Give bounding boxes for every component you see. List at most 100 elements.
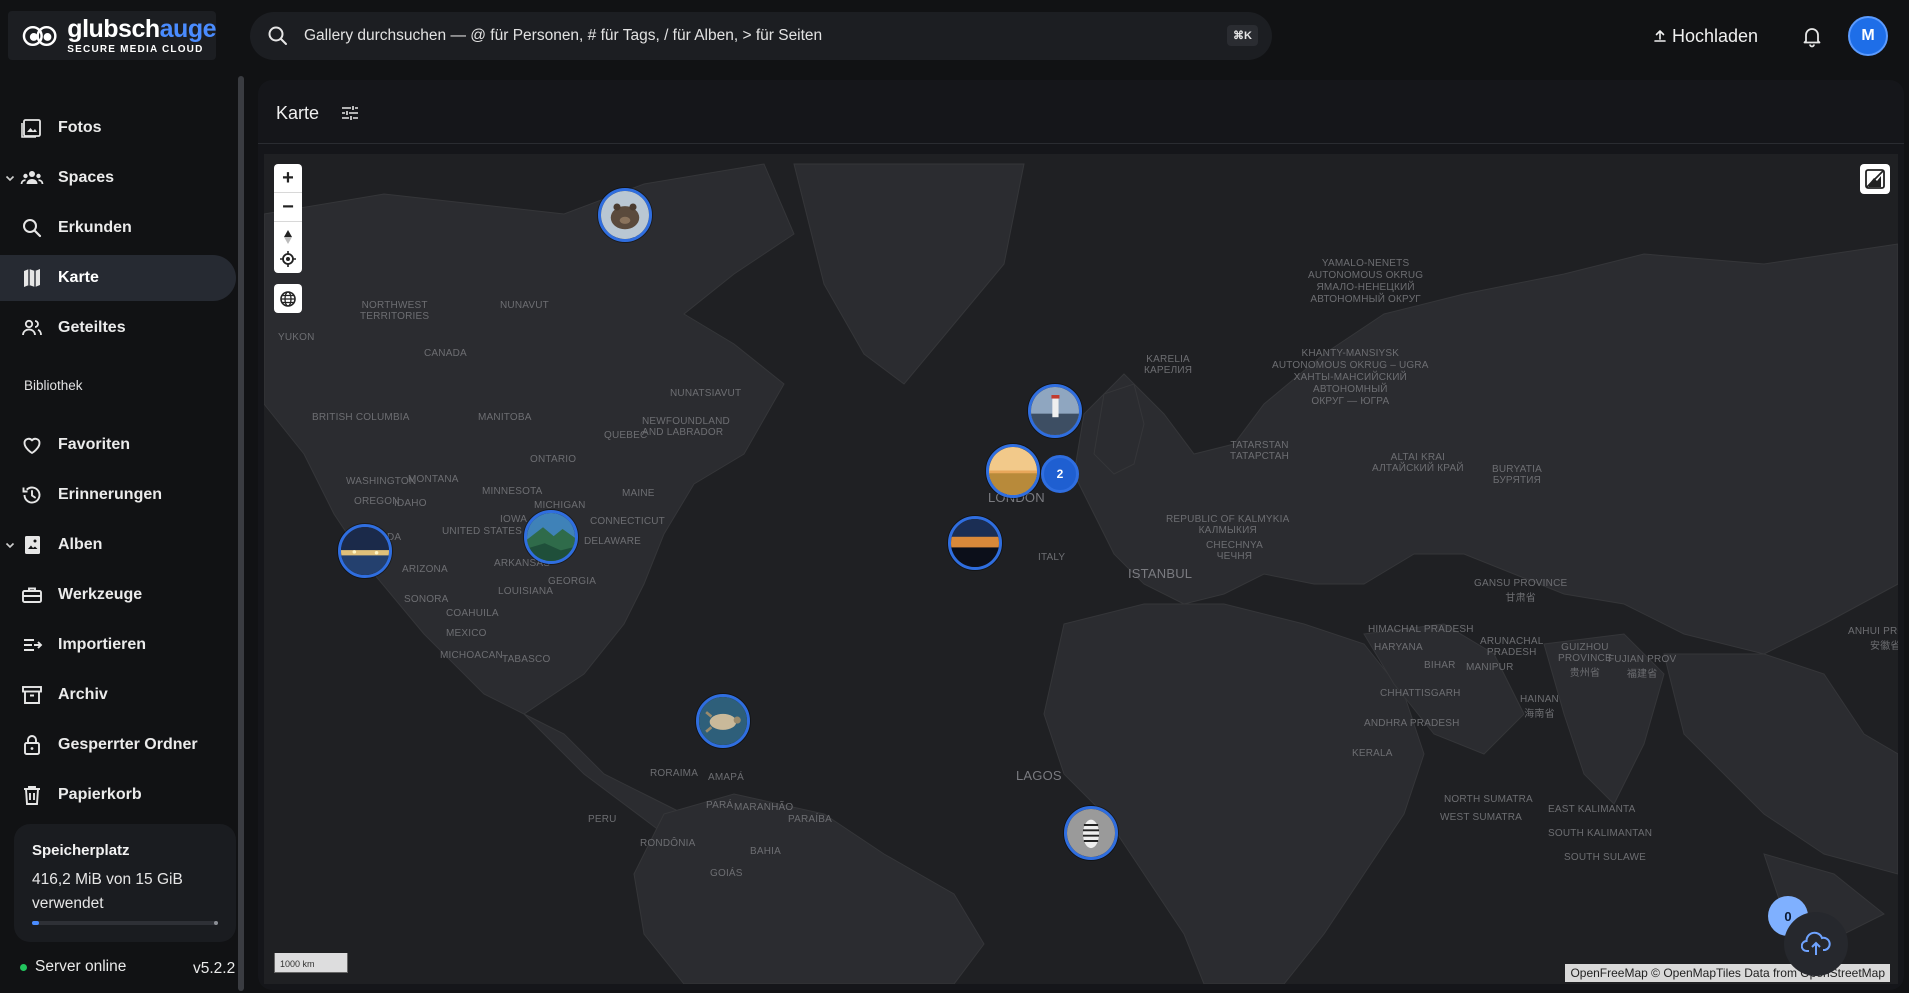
map-label: ONTARIO <box>530 454 577 465</box>
sidebar-scrollbar[interactable] <box>238 76 244 991</box>
zoom-out-button[interactable]: − <box>274 193 302 222</box>
chevron-down-icon[interactable] <box>4 539 16 551</box>
sidebar-item-erinnerungen[interactable]: Erinnerungen <box>0 472 236 518</box>
sidebar-item-werkzeuge[interactable]: Werkzeuge <box>0 572 236 618</box>
map-label: NUNAVUT <box>500 300 549 311</box>
sidebar-item-favoriten[interactable]: Favoriten <box>0 422 236 468</box>
map-label: LOUISIANA <box>498 586 554 597</box>
sidebar-item-spaces[interactable]: Spaces <box>0 155 236 201</box>
map-label: COAHUILA <box>446 608 499 619</box>
sidebar-item-label: Fotos <box>58 119 102 136</box>
storage-progress-fill <box>32 921 39 925</box>
lighthouse-photo-thumbnail <box>1031 387 1079 435</box>
sidebar-item-geteiltes[interactable]: Geteiltes <box>0 305 236 351</box>
sidebar-item-alben[interactable]: Alben <box>0 522 236 568</box>
theme-toggle-icon <box>1865 169 1885 189</box>
sidebar-item-label: Geteiltes <box>58 319 126 336</box>
locate-control <box>274 244 302 273</box>
sidebar-item-gesperrter-ordner[interactable]: Gesperrter Ordner <box>0 722 236 768</box>
search-shortcut-badge: ⌘K <box>1227 25 1258 46</box>
photo-marker-valley[interactable] <box>524 510 578 564</box>
avatar[interactable]: M <box>1848 16 1888 56</box>
attribution-text[interactable]: OpenFreeMap © OpenMapTiles <box>1570 966 1740 980</box>
sidebar-item-label: Papierkorb <box>58 786 142 803</box>
sidebar-item-erkunden[interactable]: Erkunden <box>0 205 236 251</box>
globe-button[interactable] <box>274 284 302 313</box>
photo-marker-turtle[interactable] <box>696 694 750 748</box>
eyes-logo-icon <box>22 25 57 46</box>
toolbox-icon <box>22 587 42 603</box>
chevron-down-icon[interactable] <box>4 172 16 184</box>
sidebar-item-label: Archiv <box>58 686 108 703</box>
map-label: CANADA <box>424 348 467 359</box>
bell-icon[interactable] <box>1800 24 1824 48</box>
map-label: SONORA <box>404 594 449 605</box>
map-label: KHANTY-MANSIYSK AUTONOMOUS OKRUG – UGRA ХА… <box>1272 348 1429 407</box>
map-label: KARELIA КАРЕЛИЯ <box>1144 354 1193 376</box>
photo-marker-sunset[interactable] <box>948 516 1002 570</box>
people-icon <box>20 171 44 185</box>
upload-label: Hochladen <box>1672 25 1759 46</box>
map-label: SOUTH KALIMANTAN <box>1548 828 1653 839</box>
map-label: BRITISH COLUMBIA <box>312 412 410 423</box>
sliders-icon[interactable] <box>340 103 360 123</box>
sidebar-item-karte[interactable]: Karte <box>0 255 236 301</box>
history-icon <box>22 486 41 504</box>
zebra-photo-thumbnail <box>1067 809 1115 857</box>
map-label: HIMACHAL PRADESH <box>1368 624 1474 635</box>
search-bar[interactable]: ⌘K <box>250 12 1272 60</box>
main-panel: Karte NORTHWEST TERRITORIES NUNAVUT YUKO… <box>258 80 1904 990</box>
brand-name: glubschauge <box>67 14 216 43</box>
storage-progress-bar <box>32 921 218 925</box>
map-label: MINNESOTA <box>482 486 543 497</box>
map-label: BURYATIA БУРЯТИЯ <box>1492 464 1542 486</box>
sidebar-item-label: Alben <box>58 536 103 553</box>
photo-marker-city-night[interactable] <box>338 524 392 578</box>
shared-icon <box>22 319 42 336</box>
photo-cluster-marker[interactable]: 2 <box>1041 455 1079 493</box>
map-canvas[interactable]: NORTHWEST TERRITORIES NUNAVUT YUKON CANAD… <box>264 154 1898 984</box>
sidebar-item-importieren[interactable]: Importieren <box>0 622 236 668</box>
map-attribution: OpenFreeMap © OpenMapTiles Data from Ope… <box>1565 964 1890 982</box>
map-label: CONNECTICUT <box>590 516 665 527</box>
locate-button[interactable] <box>274 244 302 273</box>
zoom-in-button[interactable]: + <box>274 164 302 193</box>
server-status: Server online <box>20 958 126 976</box>
map-label: FUJIAN PROV 福建省 <box>1608 654 1677 680</box>
sidebar-item-papierkorb[interactable]: Papierkorb <box>0 772 236 818</box>
archive-icon <box>22 686 42 704</box>
upload-icon <box>1654 30 1666 42</box>
globe-control <box>274 284 302 313</box>
album-icon <box>25 536 40 554</box>
upload-button[interactable]: Hochladen <box>1652 20 1758 52</box>
library-section-label: Bibliothek <box>24 378 83 393</box>
photo-marker-field[interactable] <box>986 444 1040 498</box>
map-label: RONDÔNIA <box>640 838 696 849</box>
import-icon <box>24 639 43 651</box>
server-status-text: Server online <box>35 958 127 975</box>
search-icon <box>268 26 287 45</box>
map-label: MICHIGAN <box>534 500 586 511</box>
sidebar-item-fotos[interactable]: Fotos <box>0 105 236 151</box>
map-scale-bar: 1000 km <box>274 953 348 973</box>
photo-marker-zebra[interactable] <box>1064 806 1118 860</box>
map-label: BAHIA <box>750 846 782 857</box>
upload-panel-button[interactable] <box>1784 912 1848 976</box>
map-label: AMAPÁ <box>708 772 745 783</box>
search-input[interactable] <box>304 12 1204 60</box>
gps-locate-icon <box>280 250 296 267</box>
map-style-toggle-button[interactable] <box>1860 164 1890 194</box>
map-label: YAMALO-NENETS AUTONOMOUS OKRUG ЯМАЛО-НЕНЕЦ… <box>1308 258 1424 305</box>
sidebar-item-label: Spaces <box>58 169 115 186</box>
page-title: Karte <box>276 103 320 123</box>
map-label: CHECHNYA ЧЕЧНЯ <box>1206 540 1263 562</box>
photo-marker-lighthouse[interactable] <box>1028 384 1082 438</box>
map-label: PERU <box>588 814 617 825</box>
lock-icon <box>24 735 40 755</box>
photo-marker-bear[interactable] <box>598 188 652 242</box>
sidebar-item-archiv[interactable]: Archiv <box>0 672 236 718</box>
map-label: HARYANA <box>1374 642 1423 653</box>
logo[interactable]: glubschauge SECURE MEDIA CLOUD <box>8 11 217 60</box>
search-icon <box>23 219 42 238</box>
map-label: MANIPUR <box>1466 662 1514 673</box>
